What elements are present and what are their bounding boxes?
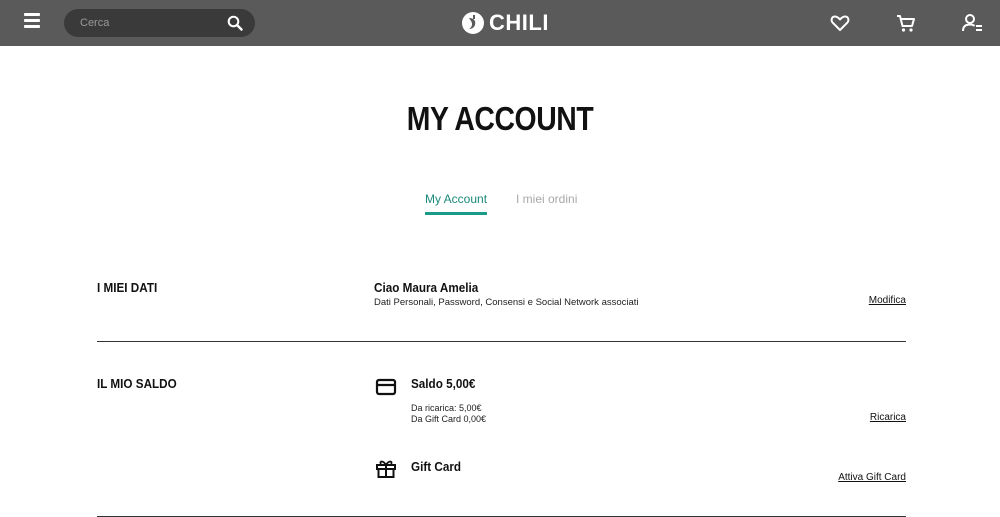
activate-gift-card-link[interactable]: Attiva Gift Card <box>838 472 906 483</box>
page-title: MY ACCOUNT <box>406 100 594 137</box>
balance-from-giftcard: Da Gift Card 0,00€ <box>411 414 487 424</box>
top-navigation-bar: CHILI <box>0 0 1000 46</box>
gift-icon <box>376 460 396 478</box>
heart-icon[interactable] <box>829 12 851 34</box>
account-tabs: My Account I miei ordini <box>0 192 1000 222</box>
balance-heading: Saldo 5,00€ <box>411 376 476 391</box>
edit-link[interactable]: Modifica <box>869 295 906 306</box>
section-label-personal-data: I MIEI DATI <box>97 280 158 295</box>
wallet-icon <box>375 378 397 396</box>
balance-from-topup: Da ricarica: 5,00€ <box>411 403 482 413</box>
top-up-link[interactable]: Ricarica <box>870 412 906 423</box>
chili-logo-mark-icon <box>462 12 484 34</box>
user-icon[interactable] <box>961 12 983 34</box>
search-box <box>64 9 255 37</box>
cart-icon[interactable] <box>895 12 917 34</box>
personal-data-description: Dati Personali, Password, Consensi e Soc… <box>374 297 639 308</box>
greeting-heading: Ciao Maura Amelia <box>374 280 479 295</box>
chili-logo[interactable]: CHILI <box>461 9 549 37</box>
search-icon[interactable] <box>227 15 243 31</box>
logo-text: CHILI <box>489 10 549 35</box>
search-input[interactable] <box>64 9 224 37</box>
tab-my-account[interactable]: My Account <box>425 192 488 215</box>
menu-icon[interactable] <box>24 13 40 29</box>
section-divider <box>97 341 906 342</box>
section-label-balance: IL MIO SALDO <box>97 376 177 391</box>
tab-my-orders[interactable]: I miei ordini <box>516 192 577 206</box>
gift-card-heading: Gift Card <box>411 459 462 474</box>
